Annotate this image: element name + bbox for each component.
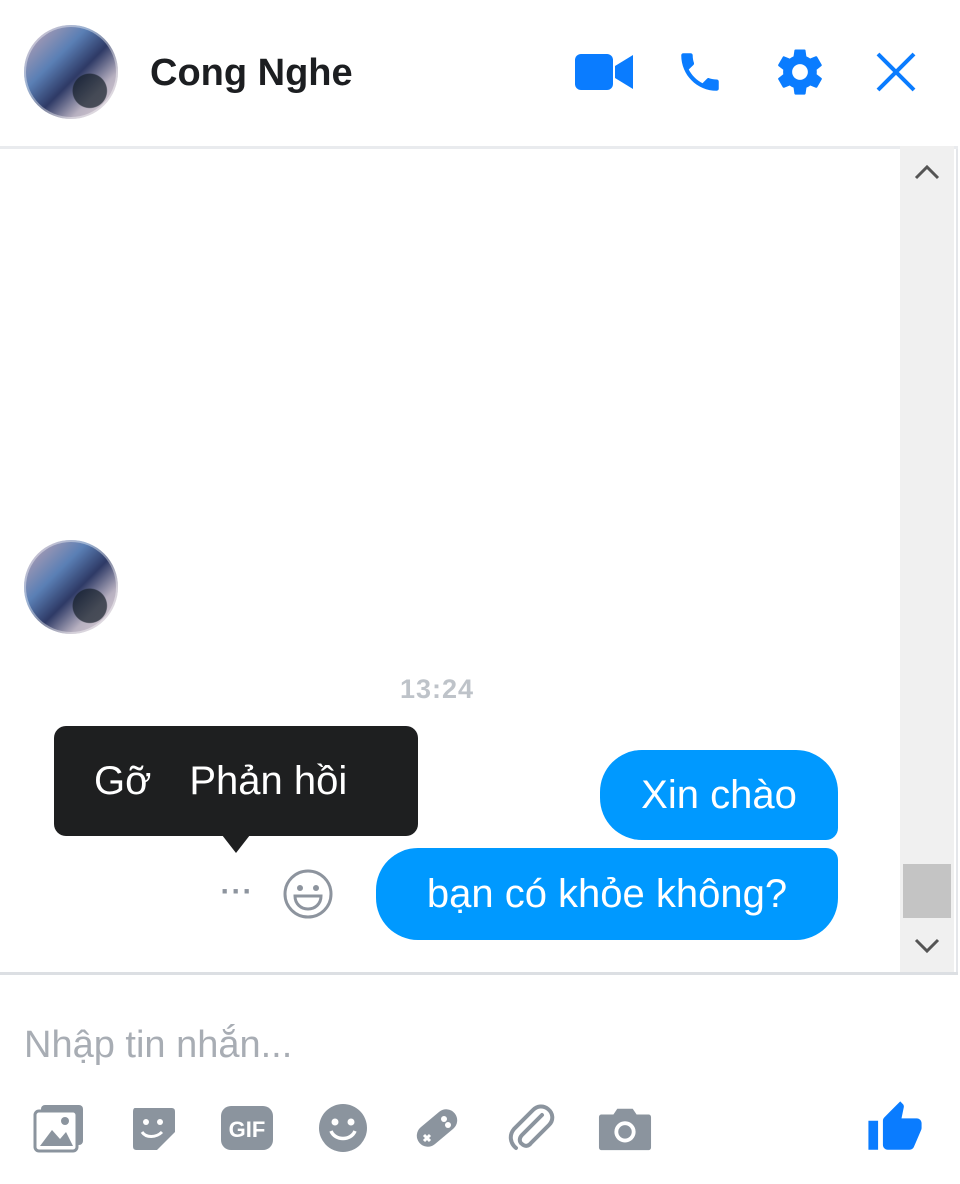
reply-message-option[interactable]: Phản hồi xyxy=(189,759,347,804)
settings-button[interactable] xyxy=(770,42,830,102)
chat-window: Cong Nghe 13:24 Gỡ Phản hồi ··· Xin chào… xyxy=(0,0,958,1184)
close-icon xyxy=(876,52,916,92)
attachment-icon xyxy=(508,1104,555,1150)
thumbs-up-icon xyxy=(868,1101,922,1150)
scroll-up-button[interactable] xyxy=(900,146,954,198)
emoji-icon xyxy=(319,1104,367,1152)
scroll-down-button[interactable] xyxy=(900,920,954,972)
chat-header: Cong Nghe xyxy=(0,0,958,149)
scroll-thumb[interactable] xyxy=(903,864,951,918)
sender-avatar[interactable] xyxy=(24,540,118,634)
game-button[interactable] xyxy=(410,1101,464,1155)
sticker-icon xyxy=(133,1108,175,1150)
gif-icon: GIF xyxy=(221,1106,273,1150)
gif-button[interactable]: GIF xyxy=(220,1101,274,1155)
attach-button[interactable] xyxy=(504,1101,558,1155)
phone-icon xyxy=(681,53,719,91)
send-like-button[interactable] xyxy=(864,1097,926,1159)
message-scrollbar[interactable] xyxy=(900,146,954,972)
emoji-button[interactable] xyxy=(316,1101,370,1155)
message-timestamp: 13:24 xyxy=(400,674,475,704)
message-bubble[interactable]: Xin chào xyxy=(600,750,838,840)
camera-icon xyxy=(598,1108,652,1151)
message-composer: GIF xyxy=(0,972,958,1184)
contact-name[interactable]: Cong Nghe xyxy=(150,52,353,95)
message-actions-tooltip: Gỡ Phản hồi xyxy=(54,726,418,836)
gear-icon xyxy=(778,49,822,95)
more-options-button[interactable]: ··· xyxy=(212,870,262,914)
photo-icon xyxy=(33,1105,83,1153)
smiley-icon xyxy=(283,869,333,919)
sticker-button[interactable] xyxy=(126,1101,180,1155)
video-call-button[interactable] xyxy=(574,42,634,102)
camera-button[interactable] xyxy=(598,1101,652,1155)
video-call-icon xyxy=(575,54,633,90)
react-button[interactable] xyxy=(282,868,334,920)
svg-text:GIF: GIF xyxy=(229,1117,266,1142)
photo-button[interactable] xyxy=(32,1101,86,1155)
game-icon xyxy=(416,1109,458,1147)
message-bubble[interactable]: bạn có khỏe không? xyxy=(376,848,838,940)
message-input[interactable] xyxy=(24,1015,844,1075)
remove-message-option[interactable]: Gỡ xyxy=(94,759,151,804)
close-button[interactable] xyxy=(866,42,926,102)
contact-avatar[interactable] xyxy=(24,25,118,119)
tooltip-arrow xyxy=(222,835,250,853)
chevron-down-icon xyxy=(914,938,940,954)
chevron-up-icon xyxy=(914,164,940,180)
voice-call-button[interactable] xyxy=(670,42,730,102)
